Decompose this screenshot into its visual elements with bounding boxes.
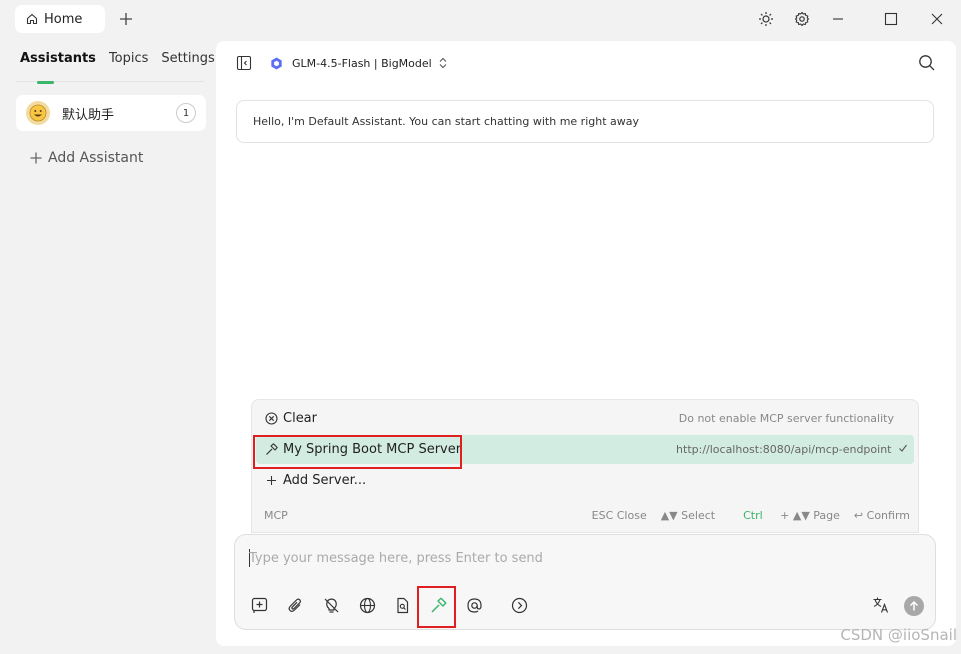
model-logo-icon <box>271 56 282 70</box>
add-assistant-button[interactable]: Add Assistant <box>30 150 143 166</box>
check-icon <box>899 444 907 452</box>
add-assistant-label: Add Assistant <box>48 150 144 166</box>
minimize-icon <box>833 18 843 20</box>
mcp-option-add-server[interactable]: Add Server... <box>256 466 914 495</box>
model-bar: GLM-4.5-Flash | BigModel <box>236 55 448 71</box>
chevron-right-circle-icon <box>511 597 527 613</box>
hint-page: Ctrl + ▲▼ Page <box>729 509 840 522</box>
minimize-button[interactable] <box>828 9 848 29</box>
tab-assistants[interactable]: Assistants <box>20 51 96 66</box>
knowledge-base-button[interactable] <box>392 595 412 615</box>
mcp-footer-label: MCP <box>264 509 288 522</box>
plus-icon <box>30 152 42 164</box>
sun-icon <box>759 12 773 26</box>
web-search-button[interactable] <box>357 595 377 615</box>
clear-circle-icon <box>264 412 278 425</box>
hint-select: ▲▼ Select <box>660 509 716 522</box>
tab-settings[interactable]: Settings <box>161 51 214 66</box>
new-topic-icon <box>251 597 267 613</box>
mcp-option-description: http://localhost:8080/api/mcp-endpoint <box>676 443 908 456</box>
new-tab-button[interactable] <box>116 9 136 29</box>
hint-close: ESC Close <box>591 509 647 522</box>
sidebar-tabs: Assistants Topics Settings <box>20 51 228 66</box>
mcp-option-description: Do not enable MCP server functionality <box>678 412 894 425</box>
gear-icon <box>794 11 810 27</box>
greeting-text: Hello, I'm Default Assistant. You can st… <box>253 115 640 128</box>
search-icon <box>919 55 935 71</box>
close-window-button[interactable] <box>927 9 947 29</box>
mcp-option-label: Add Server... <box>283 473 367 488</box>
search-button[interactable] <box>918 54 936 76</box>
translate-icon <box>873 597 889 613</box>
file-search-icon <box>396 597 408 613</box>
send-button[interactable] <box>904 596 924 616</box>
theme-toggle-button[interactable] <box>756 9 776 29</box>
translate-button[interactable] <box>871 595 891 615</box>
more-actions-button[interactable] <box>509 595 529 615</box>
message-input-placeholder[interactable]: Type your message here, press Enter to s… <box>249 551 543 566</box>
mcp-server-highlight <box>253 435 462 469</box>
close-icon <box>931 13 943 25</box>
tab-topics[interactable]: Topics <box>109 51 148 66</box>
lightbulb-off-icon <box>324 597 338 613</box>
mcp-tools-highlight <box>417 586 456 628</box>
mcp-option-clear[interactable]: Clear Do not enable MCP server functiona… <box>256 404 914 433</box>
message-input-box[interactable]: Type your message here, press Enter to s… <box>234 534 936 630</box>
tab-home[interactable]: Home <box>15 5 105 33</box>
attach-button[interactable] <box>285 595 305 615</box>
watermark: CSDN @iioSnail <box>840 626 957 644</box>
hint-page-text: + ▲▼ Page <box>780 509 840 522</box>
chevron-updown-icon[interactable] <box>438 57 448 69</box>
assistant-name: 默认助手 <box>62 107 115 123</box>
at-sign-icon <box>466 597 482 613</box>
mcp-server-url: http://localhost:8080/api/mcp-endpoint <box>676 443 892 456</box>
mention-model-button[interactable] <box>464 595 484 615</box>
new-topic-button[interactable] <box>249 595 269 615</box>
keyboard-hints: ESC Close ▲▼ Select Ctrl + ▲▼ Page ↩ Con… <box>578 509 910 522</box>
hint-ctrl: Ctrl <box>743 509 763 522</box>
model-selector[interactable]: GLM-4.5-Flash | BigModel <box>292 57 432 70</box>
maximize-icon <box>884 12 898 26</box>
smiley-icon <box>29 104 47 122</box>
assistant-greeting-message: Hello, I'm Default Assistant. You can st… <box>236 100 934 143</box>
active-tab-indicator <box>37 81 54 84</box>
plus-icon <box>120 13 132 25</box>
assistant-avatar <box>26 101 50 125</box>
plus-icon <box>264 475 278 486</box>
chat-panel: GLM-4.5-Flash | BigModel Hello, I'm Defa… <box>216 41 956 646</box>
settings-button[interactable] <box>792 9 812 29</box>
globe-icon <box>359 597 375 613</box>
home-icon <box>26 13 38 25</box>
mcp-option-label: Clear <box>283 411 317 426</box>
thinking-toggle-button[interactable] <box>321 595 341 615</box>
sidebar-toggle-icon[interactable] <box>236 55 252 71</box>
assistant-item[interactable]: 默认助手 1 <box>16 95 206 131</box>
hint-confirm: ↩ Confirm <box>853 509 910 522</box>
maximize-button[interactable] <box>881 9 901 29</box>
paperclip-icon <box>288 598 301 612</box>
tab-home-label: Home <box>44 11 83 27</box>
arrow-up-icon <box>909 600 919 611</box>
topic-count-badge: 1 <box>176 103 196 123</box>
